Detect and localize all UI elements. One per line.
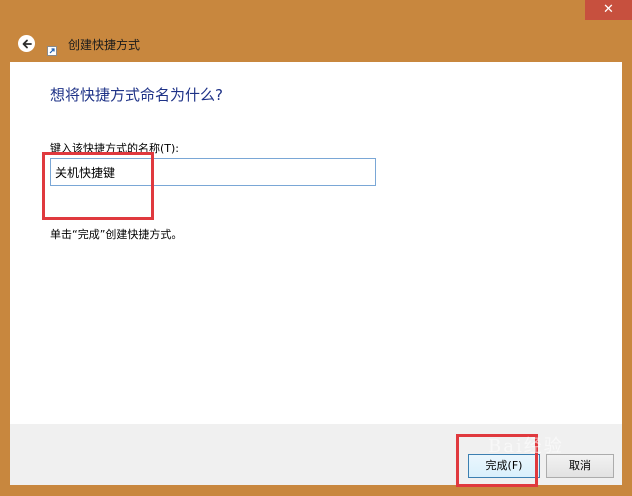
- cancel-button[interactable]: 取消: [546, 454, 614, 478]
- wizard-footer: 完成(F) 取消: [10, 424, 622, 487]
- title-bar: ✕ 创建快捷方式: [10, 0, 632, 62]
- shortcut-icon: [47, 41, 57, 56]
- back-arrow-icon: [22, 39, 32, 48]
- back-button[interactable]: [18, 35, 35, 52]
- finish-hint: 单击“完成”创建快捷方式。: [50, 228, 183, 241]
- finish-button[interactable]: 完成(F): [468, 454, 540, 478]
- page-heading: 想将快捷方式命名为什么?: [50, 86, 223, 104]
- wizard-content: 想将快捷方式命名为什么? 键入该快捷方式的名称(T): 单击“完成”创建快捷方式…: [10, 62, 622, 424]
- shortcut-name-input[interactable]: [50, 158, 376, 186]
- window-title: 创建快捷方式: [68, 38, 141, 52]
- close-button[interactable]: ✕: [585, 0, 632, 20]
- create-shortcut-dialog: ✕ 创建快捷方式 想将快捷方式命名为什么? 键入该快捷方式的名称(T): 单击“…: [0, 0, 632, 496]
- close-icon: ✕: [603, 2, 614, 17]
- shortcut-name-label: 键入该快捷方式的名称(T):: [50, 142, 180, 155]
